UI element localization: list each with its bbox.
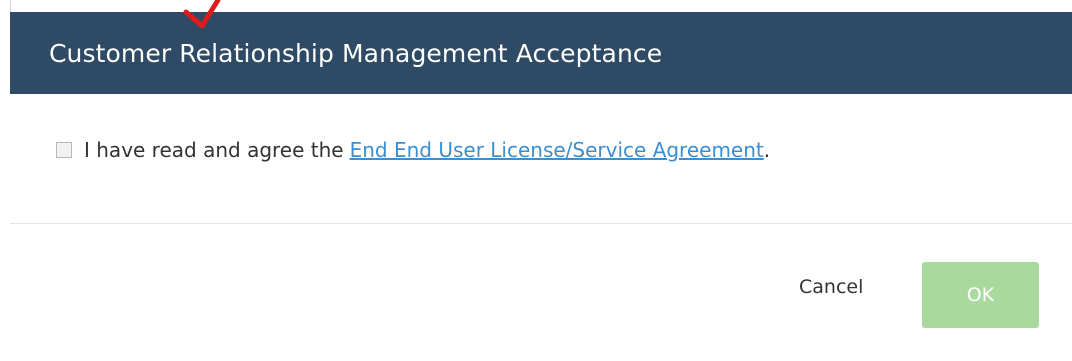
cancel-button[interactable]: Cancel — [799, 276, 863, 298]
dialog-body: I have read and agree the End End User L… — [10, 94, 1072, 224]
dialog-header: Customer Relationship Management Accepta… — [10, 12, 1072, 94]
dialog-footer: Cancel OK — [10, 224, 1072, 361]
agree-checkbox[interactable] — [56, 142, 72, 158]
dialog-title: Customer Relationship Management Accepta… — [49, 38, 663, 68]
license-agreement-link[interactable]: End End User License/Service Agreement — [350, 138, 764, 162]
ok-button[interactable]: OK — [922, 262, 1039, 328]
agreement-row: I have read and agree the End End User L… — [56, 138, 770, 162]
red-pointer-arrow-icon — [183, 0, 221, 29]
crm-acceptance-dialog: Customer Relationship Management Accepta… — [10, 12, 1072, 361]
screen: Customer Relationship Management Accepta… — [0, 0, 1072, 361]
agreement-period: . — [763, 138, 771, 162]
agreement-text: I have read and agree the — [84, 138, 344, 162]
